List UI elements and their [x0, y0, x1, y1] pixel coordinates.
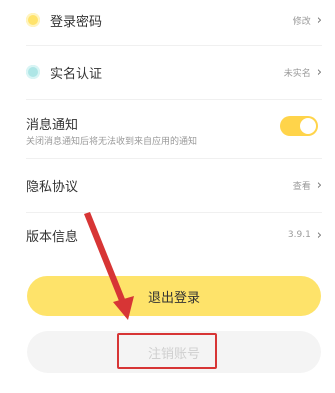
annotation-arrow [84, 212, 134, 320]
